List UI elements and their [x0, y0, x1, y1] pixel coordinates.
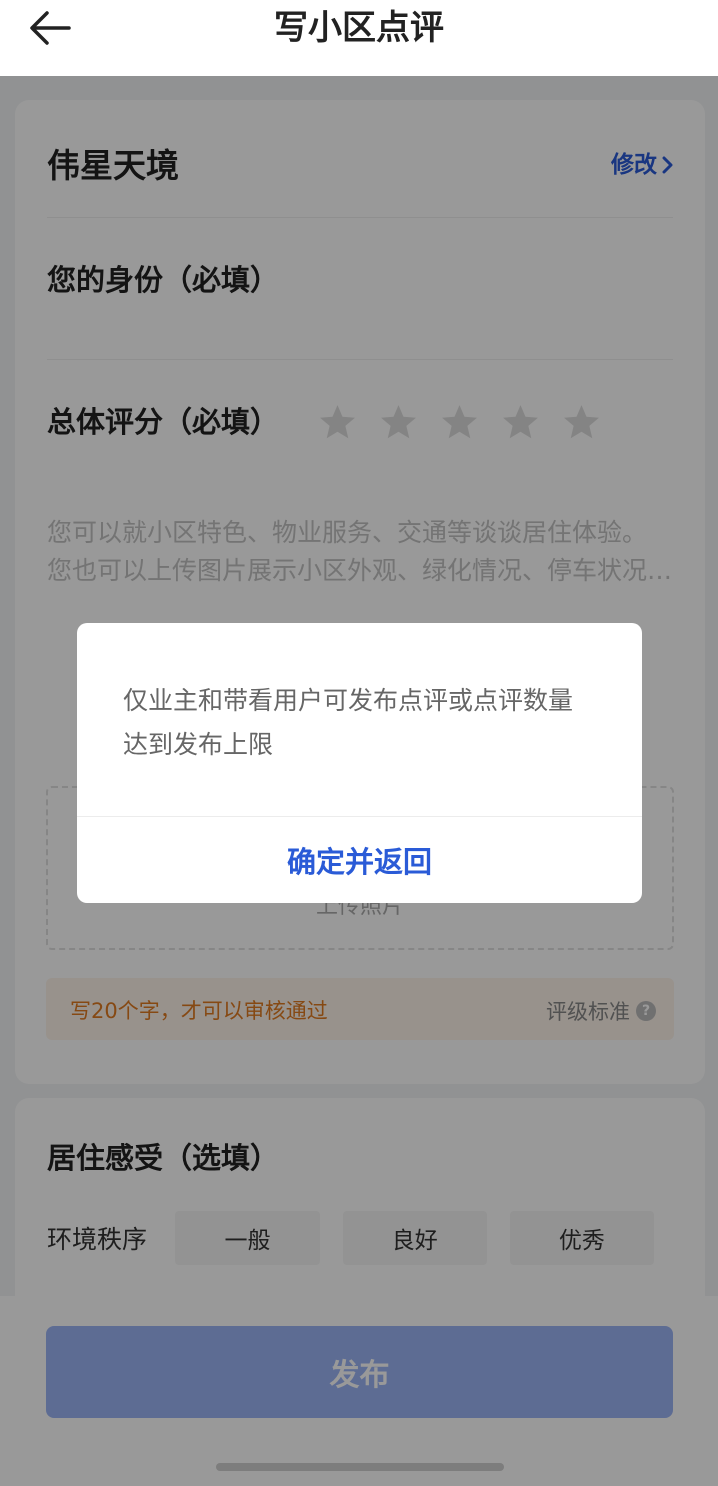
confirm-return-button[interactable]: 确定并返回: [77, 817, 642, 903]
app-header: 写小区点评: [0, 0, 718, 76]
page-title: 写小区点评: [274, 8, 444, 48]
alert-dialog: 仅业主和带看用户可发布点评或点评数量达到发布上限 确定并返回: [77, 623, 642, 903]
dialog-message: 仅业主和带看用户可发布点评或点评数量达到发布上限: [123, 686, 574, 759]
